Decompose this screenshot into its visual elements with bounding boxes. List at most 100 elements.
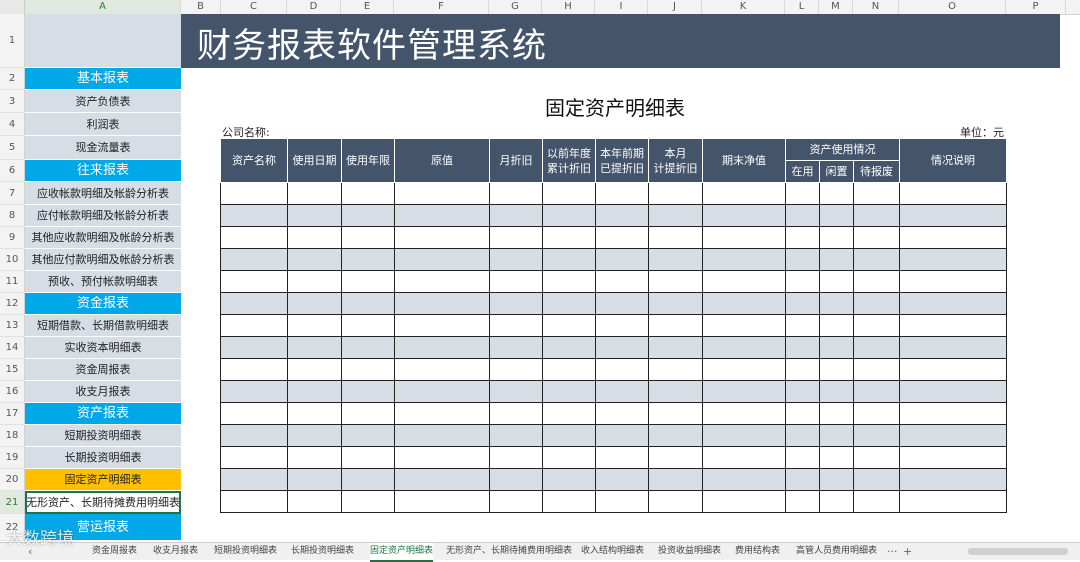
table-cell[interactable] (489, 402, 543, 425)
table-cell[interactable] (489, 358, 543, 381)
table-cell[interactable] (853, 226, 900, 249)
table-cell[interactable] (853, 336, 900, 359)
sheet-tab[interactable]: 投资收益明细表 (658, 543, 721, 560)
table-cell[interactable] (341, 336, 395, 359)
row-header-10[interactable]: 10 (0, 249, 25, 271)
table-cell[interactable] (542, 424, 596, 447)
table-cell[interactable] (853, 292, 900, 315)
category-header[interactable]: 资产报表 (25, 403, 181, 425)
table-cell[interactable] (853, 248, 900, 271)
table-cell[interactable] (542, 490, 596, 513)
table-cell[interactable] (853, 424, 900, 447)
table-cell[interactable] (394, 468, 490, 491)
table-cell[interactable] (595, 270, 649, 293)
table-cell[interactable] (542, 292, 596, 315)
row-header-12[interactable]: 12 (0, 293, 25, 315)
table-cell[interactable] (648, 204, 703, 227)
row-header-7[interactable]: 7 (0, 182, 25, 205)
report-link[interactable]: 应付帐款明细及帐龄分析表 (25, 205, 181, 227)
table-cell[interactable] (287, 446, 342, 469)
table-cell[interactable] (853, 468, 900, 491)
table-cell[interactable] (702, 292, 786, 315)
table-cell[interactable] (785, 424, 820, 447)
report-link[interactable]: 短期投资明细表 (25, 425, 181, 447)
row-header-17[interactable]: 17 (0, 403, 25, 425)
table-cell[interactable] (785, 204, 820, 227)
table-cell[interactable] (394, 292, 490, 315)
table-cell[interactable] (899, 358, 1007, 381)
sheet-tab[interactable]: 资金周报表 (92, 543, 137, 560)
table-cell[interactable] (287, 424, 342, 447)
table-cell[interactable] (785, 182, 820, 205)
table-cell[interactable] (819, 424, 854, 447)
table-cell[interactable] (220, 270, 288, 293)
row-header-1[interactable]: 1 (0, 14, 25, 68)
column-header-g[interactable]: G (489, 0, 542, 14)
table-cell[interactable] (819, 358, 854, 381)
table-cell[interactable] (702, 490, 786, 513)
sheet-tab[interactable]: 费用结构表 (735, 543, 780, 560)
column-header-k[interactable]: K (702, 0, 785, 14)
table-cell[interactable] (489, 182, 543, 205)
table-cell[interactable] (853, 358, 900, 381)
table-cell[interactable] (819, 292, 854, 315)
table-cell[interactable] (702, 446, 786, 469)
table-cell[interactable] (819, 336, 854, 359)
column-header-b[interactable]: B (181, 0, 221, 14)
table-cell[interactable] (220, 446, 288, 469)
report-link[interactable]: 现金流量表 (25, 136, 181, 160)
column-header-f[interactable]: F (394, 0, 489, 14)
table-cell[interactable] (287, 490, 342, 513)
row-header-5[interactable]: 5 (0, 136, 25, 160)
table-cell[interactable] (595, 204, 649, 227)
table-cell[interactable] (220, 358, 288, 381)
table-cell[interactable] (341, 402, 395, 425)
category-header[interactable]: 往来报表 (25, 160, 181, 182)
table-cell[interactable] (648, 490, 703, 513)
table-cell[interactable] (542, 204, 596, 227)
table-cell[interactable] (542, 402, 596, 425)
table-cell[interactable] (287, 204, 342, 227)
table-cell[interactable] (542, 336, 596, 359)
table-cell[interactable] (702, 314, 786, 337)
table-cell[interactable] (394, 402, 490, 425)
sheet-tab[interactable]: 收入结构明细表 (581, 543, 644, 560)
table-cell[interactable] (899, 226, 1007, 249)
table-cell[interactable] (785, 292, 820, 315)
column-header-l[interactable]: L (785, 0, 819, 14)
table-cell[interactable] (220, 424, 288, 447)
table-cell[interactable] (853, 204, 900, 227)
table-cell[interactable] (702, 248, 786, 271)
report-link[interactable]: 收支月报表 (25, 381, 181, 403)
table-cell[interactable] (394, 446, 490, 469)
table-cell[interactable] (899, 446, 1007, 469)
report-link[interactable]: 无形资产、长期待摊费用明细表 (25, 491, 181, 514)
table-cell[interactable] (394, 270, 490, 293)
table-cell[interactable] (819, 226, 854, 249)
table-cell[interactable] (595, 358, 649, 381)
table-cell[interactable] (542, 248, 596, 271)
report-link[interactable]: 资金周报表 (25, 359, 181, 381)
table-cell[interactable] (394, 204, 490, 227)
table-cell[interactable] (542, 468, 596, 491)
table-cell[interactable] (341, 314, 395, 337)
table-cell[interactable] (819, 182, 854, 205)
table-cell[interactable] (853, 490, 900, 513)
table-cell[interactable] (899, 468, 1007, 491)
table-cell[interactable] (287, 402, 342, 425)
horizontal-scrollbar[interactable] (968, 548, 1068, 555)
row-header-3[interactable]: 3 (0, 90, 25, 113)
table-cell[interactable] (220, 248, 288, 271)
column-header-n[interactable]: N (853, 0, 899, 14)
sheet-tab[interactable]: 收支月报表 (153, 543, 198, 560)
table-cell[interactable] (542, 314, 596, 337)
column-header-p[interactable]: P (1006, 0, 1066, 14)
table-cell[interactable] (899, 270, 1007, 293)
table-cell[interactable] (489, 204, 543, 227)
table-cell[interactable] (648, 248, 703, 271)
table-cell[interactable] (489, 248, 543, 271)
table-cell[interactable] (785, 468, 820, 491)
table-cell[interactable] (220, 292, 288, 315)
table-cell[interactable] (648, 358, 703, 381)
table-cell[interactable] (648, 270, 703, 293)
